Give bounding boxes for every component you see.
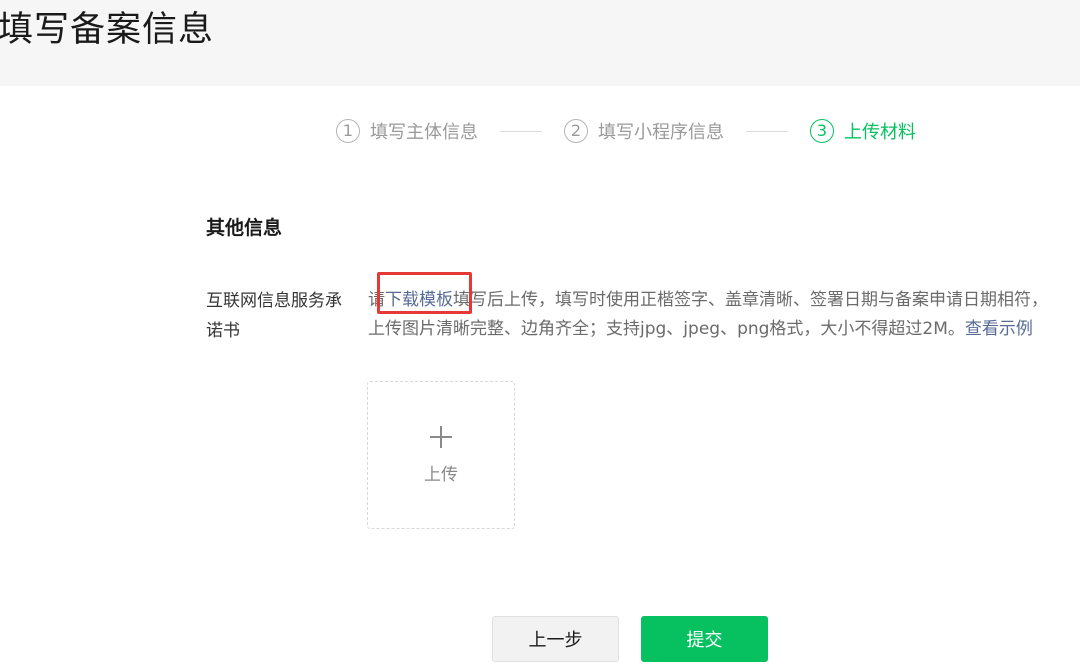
upload-box[interactable]: 上传 — [367, 381, 515, 529]
desc-middle: 填写后上传，填写时使用正楷签字、盖章清晰、签署日期与备案申请日期相符，上传图片清… — [368, 290, 1048, 339]
step-1-label: 填写主体信息 — [370, 122, 478, 143]
step-2-number: 2 — [564, 119, 588, 143]
step-2-label: 填写小程序信息 — [598, 122, 724, 143]
step-3-number: 3 — [810, 119, 834, 143]
step-2: 2 填写小程序信息 — [564, 118, 724, 144]
page-header: 填写备案信息 — [0, 0, 1080, 86]
step-divider — [746, 130, 788, 132]
desc-prefix: 请 — [368, 290, 385, 310]
page-title: 填写备案信息 — [0, 10, 215, 50]
step-divider — [500, 130, 542, 132]
section-title: 其他信息 — [206, 217, 283, 239]
prev-step-button[interactable]: 上一步 — [492, 616, 619, 662]
field-description: 请下载模板 填写后上传，填写时使用正楷签字、盖章清晰、签署日期与备案申请日期相符，… — [368, 272, 1058, 344]
plus-icon — [430, 425, 452, 448]
step-3: 3 上传材料 — [810, 118, 916, 144]
download-template-highlight: 下载模板 — [377, 272, 472, 315]
upload-label: 上传 — [424, 464, 458, 485]
step-1-number: 1 — [336, 119, 360, 143]
step-3-label: 上传材料 — [844, 122, 916, 143]
submit-button[interactable]: 提交 — [641, 616, 768, 662]
step-1: 1 填写主体信息 — [336, 118, 478, 144]
step-indicator: 1 填写主体信息 2 填写小程序信息 3 上传材料 — [336, 116, 916, 146]
download-template-link[interactable]: 下载模板 — [385, 290, 453, 310]
field-label: 互联网信息服务承诺书 — [206, 291, 342, 341]
view-example-link[interactable]: 查看示例 — [965, 319, 1033, 339]
